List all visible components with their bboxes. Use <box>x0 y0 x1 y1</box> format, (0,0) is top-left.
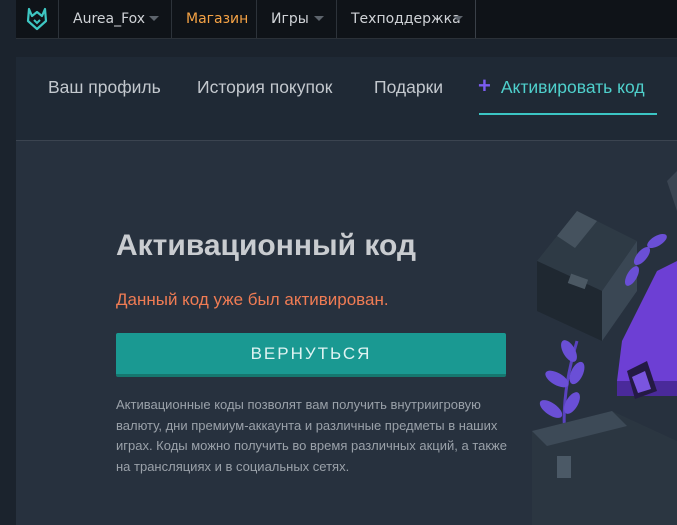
plus-icon: + <box>478 73 491 98</box>
fox-logo-icon <box>26 7 48 31</box>
tab-purchase-history-label: История покупок <box>197 76 333 97</box>
logo-button[interactable] <box>16 0 59 38</box>
activation-description: Активационные коды позволят вам получить… <box>116 397 507 474</box>
profile-tabs: Ваш профиль История покупок Подарки + Ак… <box>16 57 677 141</box>
back-button[interactable]: ВЕРНУТЬСЯ <box>116 333 506 377</box>
tab-profile-label: Ваш профиль <box>48 76 161 97</box>
crate-top-image <box>537 211 637 341</box>
page-title: Активационный код <box>116 229 416 262</box>
tab-gifts-label: Подарки <box>374 76 444 97</box>
tab-purchase-history[interactable]: История покупок <box>197 57 332 117</box>
user-name: Aurea_Fox <box>73 11 146 27</box>
active-tab-indicator <box>479 113 657 115</box>
tab-activate-code[interactable]: + Активировать код <box>478 57 645 117</box>
chevron-down-icon <box>314 16 324 21</box>
error-message: Данный код уже был активирован. <box>116 290 389 309</box>
user-menu[interactable]: Aurea_Fox <box>59 0 172 38</box>
nav-support[interactable]: Техподдержка <box>337 0 476 38</box>
tab-gifts[interactable]: Подарки <box>374 57 443 117</box>
nav-games[interactable]: Игры <box>257 0 337 38</box>
tab-activate-code-label: Активировать код <box>500 76 645 97</box>
crates-laurel-illustration <box>532 171 677 525</box>
top-navbar: Aurea_Fox Магазин Игры Техподдержка <box>16 0 677 39</box>
nav-shop[interactable]: Магазин <box>172 0 257 38</box>
tab-profile[interactable]: Ваш профиль <box>48 57 161 117</box>
navbar-spacer <box>476 0 677 38</box>
chevron-down-icon <box>453 16 463 21</box>
nav-support-label: Техподдержка <box>351 11 461 27</box>
nav-shop-label: Магазин <box>186 11 249 27</box>
chevron-down-icon <box>149 16 159 21</box>
nav-games-label: Игры <box>271 11 309 27</box>
